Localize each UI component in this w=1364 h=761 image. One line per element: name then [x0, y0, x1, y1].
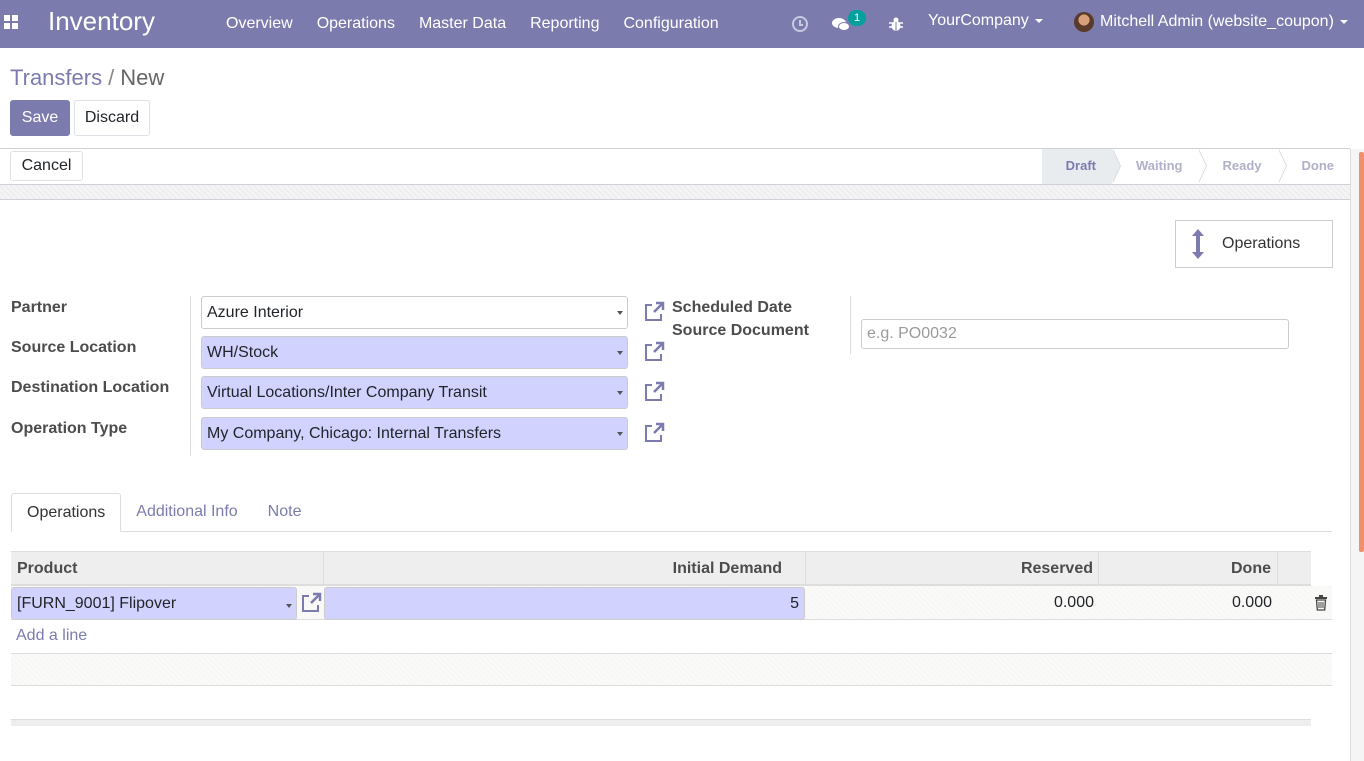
- messages-icon[interactable]: [832, 0, 850, 48]
- form-sheet: Operations Partner Source Location Desti…: [0, 200, 1350, 761]
- main-menu: Overview Operations Master Data Reportin…: [214, 0, 731, 48]
- breadcrumb-separator: /: [108, 65, 115, 90]
- partner-field[interactable]: Azure Interior: [201, 296, 628, 329]
- scheduled-date-label: Scheduled Date: [672, 299, 793, 316]
- breadcrumb: Transfers / New: [10, 65, 164, 91]
- source-location-label: Source Location: [11, 339, 137, 356]
- external-link-icon[interactable]: [643, 341, 665, 363]
- user-menu[interactable]: Mitchell Admin (website_coupon): [1074, 12, 1348, 32]
- menu-item-configuration[interactable]: Configuration: [611, 15, 730, 33]
- column-header-reserved[interactable]: Reserved: [806, 552, 1099, 585]
- stage-draft[interactable]: Draft: [1041, 149, 1122, 184]
- reserved-value: 0.000: [1053, 594, 1094, 611]
- external-link-icon[interactable]: [643, 422, 665, 444]
- product-value: [FURN_9001] Flipover: [17, 595, 177, 612]
- cancel-button[interactable]: Cancel: [10, 151, 83, 181]
- arrows-vertical-icon: [1192, 229, 1204, 259]
- stage-ready[interactable]: Ready: [1198, 149, 1287, 184]
- user-avatar: [1074, 12, 1094, 32]
- source-document-input[interactable]: [861, 319, 1289, 349]
- table-row[interactable]: [FURN_9001] Flipover 5 0.000 0.000: [11, 586, 1332, 620]
- operation-type-field[interactable]: My Company, Chicago: Internal Transfers: [201, 417, 628, 450]
- table-header: Product Initial Demand Reserved Done: [11, 551, 1311, 586]
- column-header-product[interactable]: Product: [11, 552, 324, 585]
- menu-item-master-data[interactable]: Master Data: [407, 15, 518, 33]
- stage-waiting[interactable]: Waiting: [1112, 149, 1208, 184]
- source-document-label: Source Document: [672, 322, 809, 339]
- smart-button-label: Operations: [1222, 235, 1301, 252]
- operations-smart-button[interactable]: Operations: [1175, 220, 1333, 268]
- dropdown-caret-icon: [617, 351, 623, 355]
- caret-down-icon: [1339, 20, 1348, 24]
- done-value: 0.000: [1231, 594, 1272, 611]
- source-location-field[interactable]: WH/Stock: [201, 336, 628, 369]
- table-footer: [11, 719, 1311, 726]
- partner-value: Azure Interior: [207, 304, 304, 321]
- product-field[interactable]: [FURN_9001] Flipover: [11, 587, 297, 620]
- debug-bug-icon[interactable]: [889, 0, 903, 48]
- menu-item-reporting[interactable]: Reporting: [518, 15, 611, 33]
- empty-table-row: [11, 653, 1332, 686]
- dropdown-caret-icon: [617, 432, 623, 436]
- partner-label: Partner: [11, 299, 68, 316]
- user-name: Mitchell Admin (website_coupon): [1100, 13, 1334, 30]
- tab-operations[interactable]: Operations: [11, 493, 122, 532]
- status-stages: Draft Waiting Ready Done: [1041, 149, 1351, 184]
- external-link-icon[interactable]: [643, 301, 665, 323]
- company-name: YourCompany: [928, 12, 1029, 29]
- discard-button[interactable]: Discard: [74, 100, 150, 136]
- message-count-badge: 1: [848, 10, 866, 26]
- destination-location-label: Destination Location: [11, 379, 170, 396]
- label-separator: [850, 296, 851, 354]
- source-location-value: WH/Stock: [207, 344, 279, 361]
- stage-done[interactable]: Done: [1278, 149, 1351, 184]
- caret-down-icon: [1034, 18, 1043, 23]
- destination-location-value: Virtual Locations/Inter Company Transit: [207, 384, 487, 401]
- vertical-scrollbar[interactable]: [1350, 149, 1364, 761]
- app-name[interactable]: Inventory: [48, 6, 155, 37]
- tab-additional-info[interactable]: Additional Info: [121, 493, 252, 532]
- apps-menu-icon[interactable]: [4, 15, 18, 29]
- menu-item-operations[interactable]: Operations: [305, 15, 407, 33]
- breadcrumb-transfers[interactable]: Transfers: [10, 65, 102, 90]
- operation-type-value: My Company, Chicago: Internal Transfers: [207, 425, 502, 442]
- notebook-tabs: Operations Additional Info Note: [11, 493, 1332, 532]
- column-header-initial-demand[interactable]: Initial Demand: [324, 552, 806, 585]
- menu-item-overview[interactable]: Overview: [214, 15, 305, 33]
- external-link-icon[interactable]: [643, 381, 665, 403]
- operation-type-label: Operation Type: [11, 420, 128, 437]
- label-separator: [190, 296, 191, 456]
- scrollbar-thumb[interactable]: [1359, 152, 1364, 552]
- tab-note[interactable]: Note: [253, 493, 317, 532]
- status-bar: Cancel Draft Waiting Ready Done: [0, 149, 1350, 185]
- dropdown-caret-icon: [286, 604, 292, 608]
- breadcrumb-current: New: [120, 65, 165, 90]
- dropdown-caret-icon: [617, 391, 623, 395]
- sheet-background: [0, 185, 1350, 200]
- activity-clock-icon[interactable]: [792, 0, 808, 48]
- company-switcher[interactable]: YourCompany: [928, 12, 1043, 30]
- column-header-done[interactable]: Done: [1099, 552, 1278, 585]
- add-a-line-link[interactable]: Add a line: [16, 627, 87, 645]
- external-link-icon[interactable]: [300, 592, 322, 614]
- destination-location-field[interactable]: Virtual Locations/Inter Company Transit: [201, 376, 628, 409]
- dropdown-caret-icon: [617, 311, 623, 315]
- top-navbar: Inventory Overview Operations Master Dat…: [0, 0, 1364, 48]
- initial-demand-input[interactable]: 5: [324, 587, 805, 620]
- save-button[interactable]: Save: [10, 100, 70, 136]
- trash-icon[interactable]: [1314, 595, 1328, 611]
